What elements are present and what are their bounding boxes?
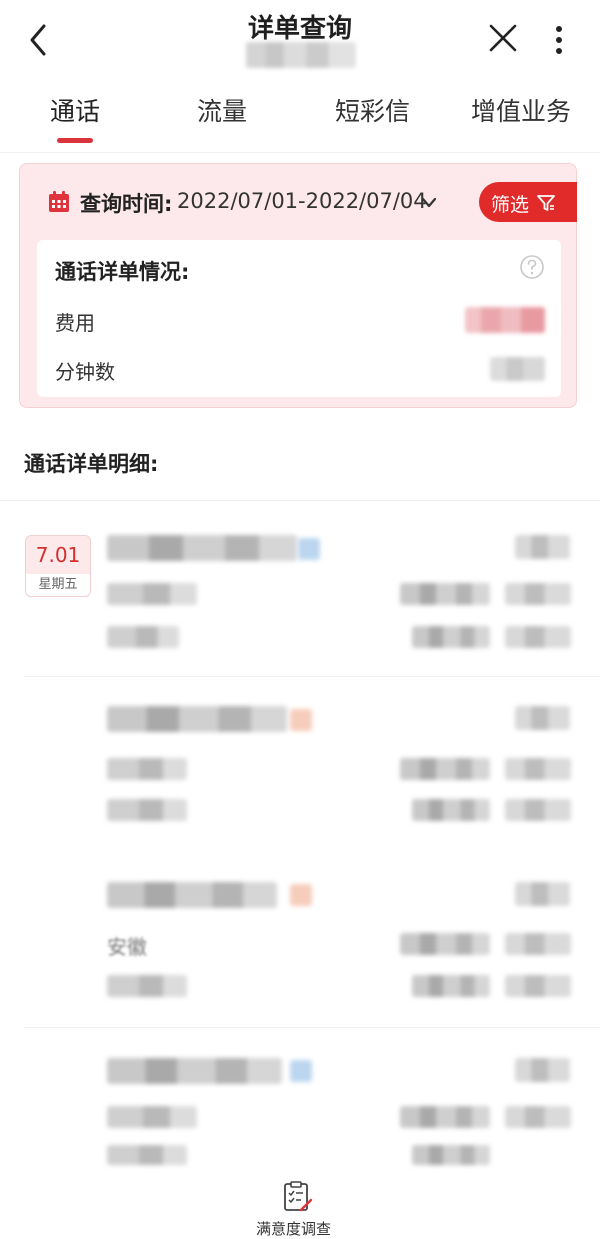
masked-extra — [505, 975, 571, 997]
date-badge: 7.01 星期五 — [25, 535, 91, 597]
call-type-dot — [290, 1060, 312, 1082]
masked-location — [107, 626, 179, 648]
survey-icon[interactable] — [280, 1180, 314, 1214]
masked-fee — [505, 933, 571, 955]
masked-extra — [505, 799, 571, 821]
more-button[interactable] — [553, 20, 565, 60]
summary-title: 通话详单情况: — [55, 260, 190, 284]
fee-value-masked — [465, 307, 545, 333]
masked-number — [107, 706, 287, 732]
row-divider — [24, 1027, 600, 1028]
active-tab-indicator — [57, 138, 93, 143]
fee-label: 费用 — [55, 311, 95, 335]
masked-network — [412, 1145, 490, 1165]
masked-type — [400, 758, 490, 780]
masked-type — [400, 933, 490, 955]
filter-label: 筛选 — [491, 194, 530, 216]
partial-location-text: 安徽 — [107, 935, 147, 959]
date-weekday: 星期五 — [38, 577, 78, 592]
calendar-icon — [48, 191, 70, 213]
masked-type — [400, 1106, 490, 1128]
masked-duration — [515, 706, 570, 730]
masked-network — [412, 975, 490, 997]
call-type-dot — [298, 538, 320, 560]
masked-time — [107, 1106, 197, 1128]
masked-network — [412, 626, 490, 648]
masked-location — [107, 1145, 187, 1165]
masked-duration — [515, 1058, 570, 1082]
call-type-dot — [290, 884, 312, 906]
date-day: 7.01 — [26, 536, 90, 574]
tab-value-added[interactable]: 增值业务 — [471, 92, 571, 128]
masked-duration — [515, 882, 570, 906]
minutes-label: 分钟数 — [55, 360, 115, 384]
masked-type — [400, 583, 490, 605]
masked-time — [107, 583, 197, 605]
tab-data[interactable]: 流量 — [197, 92, 247, 128]
masked-fee — [505, 1106, 571, 1128]
masked-number — [107, 882, 277, 908]
more-vertical-icon — [556, 26, 562, 54]
tab-sms-mms[interactable]: 短彩信 — [335, 92, 410, 128]
masked-number — [107, 535, 297, 561]
masked-fee — [505, 583, 571, 605]
detail-title: 通话详单明细: — [24, 452, 159, 476]
masked-location — [107, 799, 187, 821]
tab-calls[interactable]: 通话 — [50, 92, 100, 128]
query-date-range[interactable]: 2022/07/01-2022/07/04 — [177, 189, 427, 213]
masked-network — [412, 799, 490, 821]
close-button[interactable] — [487, 22, 519, 54]
masked-extra — [505, 626, 571, 648]
masked-number — [107, 1058, 282, 1084]
masked-phone-number — [246, 42, 356, 68]
help-icon[interactable] — [519, 254, 545, 280]
masked-time — [107, 758, 187, 780]
chevron-down-icon[interactable] — [420, 195, 438, 209]
survey-label[interactable]: 满意度调查 — [256, 1218, 331, 1239]
masked-fee — [505, 758, 571, 780]
row-divider — [24, 676, 600, 677]
filter-icon — [536, 193, 556, 213]
query-time-label: 查询时间: — [80, 192, 173, 216]
masked-duration — [515, 535, 570, 559]
call-type-dot — [290, 709, 312, 731]
minutes-value-masked — [490, 357, 545, 381]
close-icon — [489, 24, 517, 52]
masked-location — [107, 975, 187, 997]
divider — [0, 152, 600, 153]
divider — [0, 500, 600, 501]
